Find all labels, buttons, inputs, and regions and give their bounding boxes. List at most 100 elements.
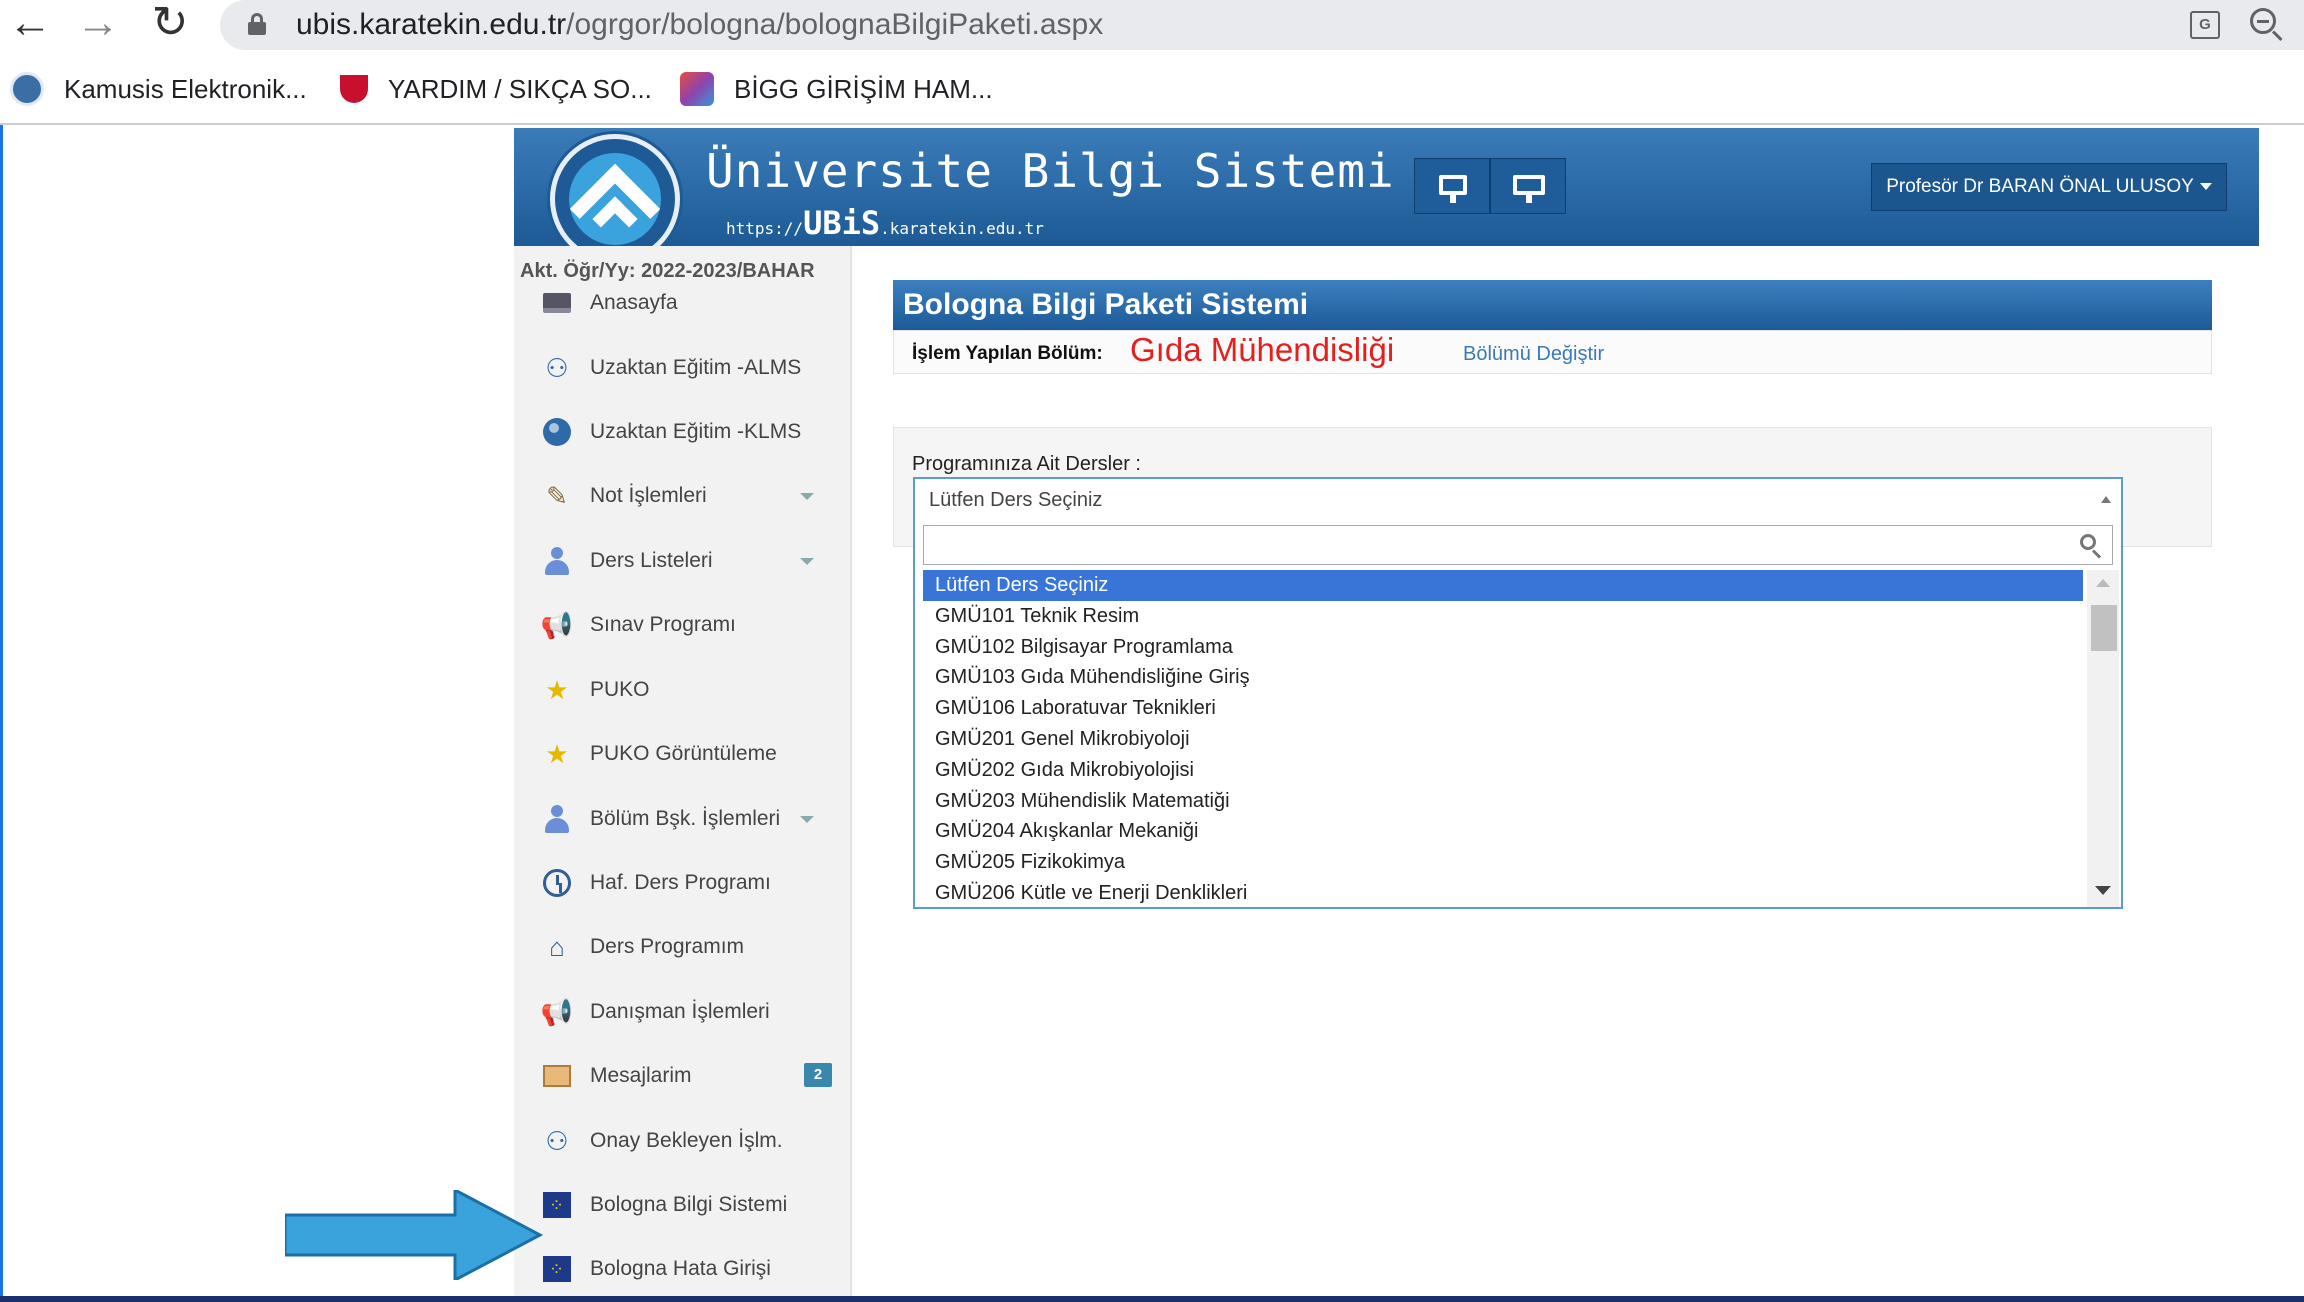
chevron-down-icon: [800, 493, 814, 500]
user-name: Profesör Dr BARAN ÖNAL ULUSOY: [1886, 176, 2194, 197]
sidebar-item-klms[interactable]: Uzaktan Eğitim -KLMS: [514, 402, 850, 462]
app-title: Üniversite Bilgi Sistemi: [706, 144, 1395, 198]
edit-icon: ✎: [546, 481, 568, 511]
url-path: /ogrgor/bologna/bolognaBilgiPaketi.aspx: [566, 8, 1104, 41]
sidebar-item-danisman-islemleri[interactable]: 📢 Danışman İşlemleri: [514, 982, 850, 1042]
panel-title: Bologna Bilgi Paketi Sistemi: [893, 280, 2212, 330]
sidebar-item-label: Sınav Programı: [590, 613, 736, 636]
dropdown-scrollbar[interactable]: [2087, 570, 2119, 907]
reload-icon[interactable]: ↻: [140, 0, 200, 50]
address-bar[interactable]: ubis.karatekin.edu.tr/ogrgor/bologna/bol…: [220, 0, 2304, 50]
sidebar-item-label: Uzaktan Eğitim -KLMS: [590, 420, 802, 443]
window-edge: [0, 125, 3, 1302]
mail-icon: [542, 1061, 572, 1091]
url-text[interactable]: ubis.karatekin.edu.tr/ogrgor/bologna/bol…: [296, 8, 1103, 42]
megaphone-icon: 📢: [540, 610, 574, 640]
sidebar-item-onay-bekleyen[interactable]: ⚇ Onay Bekleyen İşlm.: [514, 1111, 850, 1171]
app-url-suffix: .karatekin.edu.tr: [880, 219, 1044, 238]
sidebar-item-label: PUKO Görüntüleme: [590, 742, 777, 765]
lock-icon[interactable]: [248, 13, 266, 35]
change-department-link[interactable]: Bölümü Değiştir: [1463, 343, 1604, 366]
sidebar-item-label: Ders Programım: [590, 935, 745, 958]
bookmark-label: YARDIM / SIKÇA SO...: [388, 73, 652, 104]
sidebar-item-haf-ders-programi[interactable]: Haf. Ders Programı: [514, 853, 850, 913]
search-icon: [2080, 534, 2104, 559]
course-option[interactable]: GMÜ101 Teknik Resim: [923, 601, 2083, 632]
scroll-down-icon[interactable]: [2095, 886, 2111, 895]
course-option[interactable]: GMÜ205 Fizikokimya: [923, 847, 2083, 878]
globe-icon: [542, 417, 572, 447]
course-select-value: Lütfen Ders Seçiniz: [929, 489, 1103, 511]
monitor-button[interactable]: [1414, 158, 1490, 214]
eu-flag-icon: [542, 1190, 572, 1220]
app-url: https://UBiS.karatekin.edu.tr: [726, 204, 1044, 242]
forward-icon[interactable]: →: [68, 0, 128, 50]
sidebar: Akt. Öğr/Yy: 2022-2023/BAHAR Anasayfa ⚇ U…: [514, 246, 852, 1302]
sidebar-item-ders-listeleri[interactable]: Ders Listeleri: [514, 531, 850, 591]
bookmark-bigg[interactable]: BİGG GİRİŞİM HAM...: [680, 69, 993, 109]
sidebar-item-label: Not İşlemleri: [590, 484, 707, 507]
sidebar-item-ders-programim[interactable]: ⌂ Ders Programım: [514, 917, 850, 977]
kamusis-icon: [10, 72, 44, 106]
sidebar-item-bolum-bsk[interactable]: Bölüm Bşk. İşlemleri: [514, 789, 850, 849]
annotation-arrow: [285, 1190, 544, 1280]
sidebar-item-bologna-hata-girisi[interactable]: Bologna Hata Girişi: [514, 1239, 850, 1299]
sidebar-item-bologna-bilgi-sistemi[interactable]: Bologna Bilgi Sistemi: [514, 1175, 850, 1235]
courses-label: Programınıza Ait Dersler :: [912, 453, 1141, 475]
eu-flag-icon: [542, 1254, 572, 1284]
chevron-down-icon: [800, 816, 814, 823]
course-option[interactable]: GMÜ201 Genel Mikrobiyoloji: [923, 724, 2083, 755]
course-option[interactable]: Lütfen Ders Seçiniz: [923, 570, 2083, 601]
university-logo[interactable]: [550, 134, 680, 264]
course-option[interactable]: GMÜ206 Kütle ve Enerji Denklikleri: [923, 878, 2083, 907]
browser-toolbar: ← → ↻ ubis.karatekin.edu.tr/ogrgor/bolog…: [0, 0, 2304, 53]
course-option[interactable]: GMÜ204 Akışkanlar Mekaniği: [923, 816, 2083, 847]
sidebar-item-sinav-programi[interactable]: 📢 Sınav Programı: [514, 595, 850, 655]
ubis-app: Üniversite Bilgi Sistemi https://UBiS.ka…: [514, 125, 2259, 1302]
bookmark-kamusis[interactable]: Kamusis Elektronik...: [10, 69, 307, 109]
sidebar-item-puko[interactable]: ★ PUKO: [514, 660, 850, 720]
course-dropdown: Lütfen Ders Seçiniz GMÜ101 Teknik Resim GM…: [913, 521, 2123, 909]
scrollbar-thumb[interactable]: [2091, 605, 2117, 651]
course-option[interactable]: GMÜ202 Gıda Mikrobiyolojisi: [923, 755, 2083, 786]
star-icon: ★: [545, 675, 569, 705]
laptop-icon: [542, 288, 572, 318]
user-menu-button[interactable]: Profesör Dr BARAN ÖNAL ULUSOY: [1871, 163, 2227, 211]
back-icon[interactable]: ←: [0, 0, 60, 50]
bigg-icon: [680, 72, 714, 106]
department-bar: İşlem Yapılan Bölüm: Gıda Mühendisliği B…: [893, 330, 2212, 374]
monitor-icon: [1439, 175, 1467, 195]
zoom-out-icon[interactable]: [2250, 8, 2284, 42]
sidebar-item-mesajlarim[interactable]: Mesajlarim 2: [514, 1046, 850, 1106]
bookmark-label: BİGG GİRİŞİM HAM...: [734, 73, 993, 104]
sidebar-item-label: Mesajlarim: [590, 1064, 692, 1087]
course-select[interactable]: Lütfen Ders Seçiniz: [913, 477, 2123, 521]
users-icon: ⚇: [545, 353, 569, 383]
sidebar-item-label: Uzaktan Eğitim -ALMS: [590, 356, 802, 379]
course-option[interactable]: GMÜ203 Mühendislik Matematiği: [923, 786, 2083, 817]
course-option[interactable]: GMÜ102 Bilgisayar Programlama: [923, 632, 2083, 663]
sidebar-item-not-islemleri[interactable]: ✎ Not İşlemleri: [514, 466, 850, 526]
course-option[interactable]: GMÜ106 Laboratuvar Teknikleri: [923, 693, 2083, 724]
sidebar-item-label: Bölüm Bşk. İşlemleri: [590, 807, 781, 830]
course-option[interactable]: GMÜ103 Gıda Mühendisliğine Giriş: [923, 662, 2083, 693]
department-name: Gıda Mühendisliği: [1130, 331, 1395, 368]
url-host: ubis.karatekin.edu.tr: [296, 8, 567, 41]
bookmark-yardim[interactable]: YARDIM / SIKÇA SO...: [340, 69, 652, 109]
sidebar-item-anasayfa[interactable]: Anasayfa: [514, 273, 850, 333]
course-options-list: Lütfen Ders Seçiniz GMÜ101 Teknik Resim GM…: [923, 570, 2083, 907]
app-header: Üniversite Bilgi Sistemi https://UBiS.ka…: [514, 128, 2259, 264]
sidebar-item-label: Onay Bekleyen İşlm.: [590, 1129, 783, 1152]
taskbar-edge: [0, 1296, 2304, 1302]
scroll-up-icon[interactable]: [2096, 579, 2110, 587]
sidebar-item-alms[interactable]: ⚇ Uzaktan Eğitim -ALMS: [514, 338, 850, 398]
sidebar-item-puko-goruntuleme[interactable]: ★ PUKO Görüntüleme: [514, 724, 850, 784]
translate-icon[interactable]: G: [2190, 11, 2220, 39]
sidebar-item-label: Bologna Bilgi Sistemi: [590, 1193, 788, 1216]
sidebar-item-label: Haf. Ders Programı: [590, 871, 771, 894]
home-icon: ⌂: [549, 932, 565, 962]
person-icon: [542, 804, 572, 834]
course-search-input[interactable]: [923, 525, 2113, 565]
presentation-button[interactable]: [1490, 158, 1566, 214]
sidebar-item-label: Anasayfa: [590, 291, 678, 314]
